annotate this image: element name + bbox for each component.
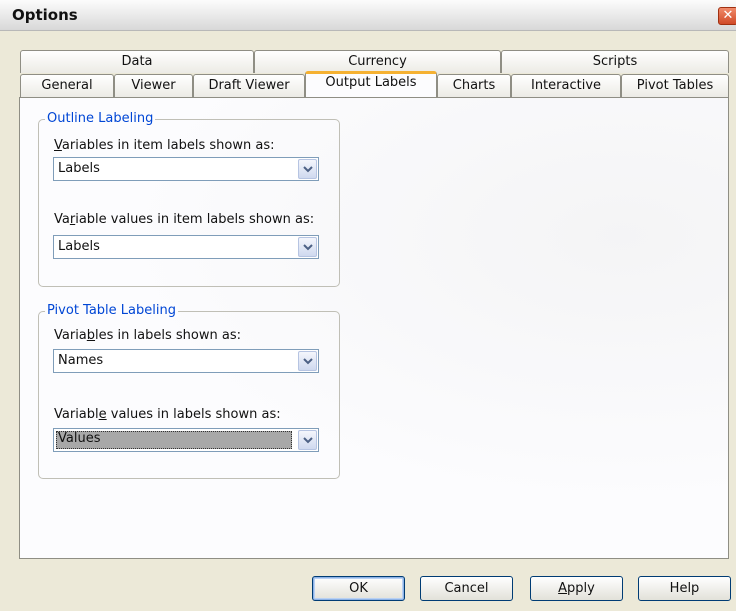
pivot-variables-select[interactable]: Names <box>53 349 319 373</box>
tab-general[interactable]: General <box>20 74 114 97</box>
tab-currency[interactable]: Currency <box>254 50 501 73</box>
chevron-down-icon[interactable] <box>298 430 317 450</box>
ok-button[interactable]: OK <box>312 576 405 601</box>
pivot-values-select[interactable]: Values <box>53 428 319 452</box>
tab-scripts[interactable]: Scripts <box>501 50 729 73</box>
window-title: Options <box>12 6 78 24</box>
outline-values-label: Variable values in item labels shown as: <box>54 212 315 227</box>
outline-variables-label: Variables in item labels shown as: <box>54 138 275 153</box>
tab-viewer[interactable]: Viewer <box>114 74 193 97</box>
tab-charts[interactable]: Charts <box>437 74 511 97</box>
apply-button[interactable]: Apply <box>530 576 623 601</box>
outline-variables-value: Labels <box>58 161 100 176</box>
pivot-variables-value: Names <box>58 353 104 368</box>
pivot-variables-label: Variables in labels shown as: <box>54 328 241 343</box>
tab-pivot-tables[interactable]: Pivot Tables <box>621 74 729 97</box>
chevron-down-icon[interactable] <box>298 237 317 257</box>
close-icon[interactable]: ✕ <box>718 7 736 25</box>
outline-variables-select[interactable]: Labels <box>53 157 319 181</box>
output-labels-panel: Outline Labeling Variables in item label… <box>19 97 729 559</box>
tab-draft-viewer[interactable]: Draft Viewer <box>193 74 305 97</box>
title-bar[interactable]: Options ✕ <box>0 0 736 31</box>
chevron-down-icon[interactable] <box>298 159 317 179</box>
tab-interactive[interactable]: Interactive <box>511 74 621 97</box>
tab-output-labels[interactable]: Output Labels <box>305 71 437 97</box>
tab-data[interactable]: Data <box>20 50 254 73</box>
pivot-values-value: Values <box>58 431 101 446</box>
outline-labeling-legend: Outline Labeling <box>45 111 156 126</box>
pivot-values-label: Variable values in labels shown as: <box>54 407 281 422</box>
chevron-down-icon[interactable] <box>298 351 317 371</box>
cancel-button[interactable]: Cancel <box>420 576 513 601</box>
pivot-table-labeling-legend: Pivot Table Labeling <box>45 303 178 318</box>
outline-values-select[interactable]: Labels <box>53 235 319 259</box>
options-dialog: Options ✕ Data Currency Scripts General … <box>0 0 736 611</box>
help-button[interactable]: Help <box>638 576 731 601</box>
outline-values-value: Labels <box>58 239 100 254</box>
